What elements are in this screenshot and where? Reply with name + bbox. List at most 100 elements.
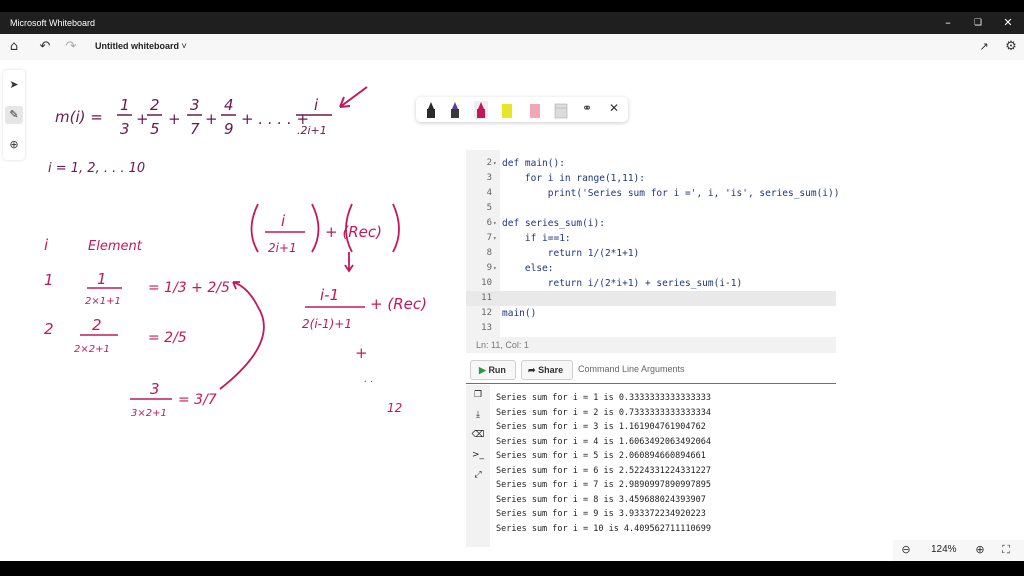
ink-r1-i: 1 — [44, 271, 54, 289]
code-text: return i/(2*i+1) + series_sum(i-1) — [502, 278, 743, 289]
code-line[interactable]: 6 ▾ def series_sum(i): — [466, 216, 836, 231]
ink-rec2-plus: + (Rec) — [370, 295, 427, 313]
svg-text:+: + — [168, 110, 181, 128]
ink-r2-eq: = 2/5 — [148, 330, 187, 346]
ink-t1d: 3 — [120, 120, 130, 138]
code-text: def main(): — [502, 158, 565, 169]
output-line: Series sum for i = 9 is 3.93337223492022… — [496, 509, 706, 519]
code-line[interactable]: 9 ▾ else: — [466, 261, 836, 276]
run-button[interactable]: ▶ Run — [470, 360, 516, 380]
ink-r2-n: 2 — [92, 316, 102, 334]
ink-tin: i — [314, 96, 319, 114]
ink-t2d: 5 — [150, 120, 160, 138]
svg-text:+: + — [205, 110, 218, 128]
output-line: Series sum for i = 8 is 3.45968802439390… — [496, 494, 706, 505]
ink-rec-bot: 2i+1 — [268, 241, 297, 255]
ink-t3d: 7 — [190, 120, 200, 138]
zoom-in-icon[interactable]: ⊕ — [973, 543, 987, 557]
ink-r1-n: 1 — [97, 270, 107, 288]
code-line[interactable]: 5 — [466, 201, 836, 216]
code-line[interactable]: 3 for i in range(1,11): — [466, 171, 836, 186]
console-toolbar: ❐ ⤓ ⌫ >_ ⤢ — [466, 385, 490, 547]
ink-r1-eq: = 1/3 + 2/5 — [148, 280, 230, 296]
code-text: print('Series sum for i =', i, 'is', ser… — [502, 188, 840, 199]
output-line: Series sum for i = 2 is 0.73333333333333… — [496, 407, 711, 418]
line-number: 13 — [481, 323, 492, 333]
ink-twelve: 12 — [387, 401, 402, 415]
fold-arrow-icon[interactable]: ▾ — [493, 231, 497, 246]
download-icon[interactable]: ⤓ — [470, 408, 486, 422]
ink-r1-d: 2×1+1 — [85, 296, 121, 307]
code-line[interactable]: 4 print('Series sum for i =', i, 'is', s… — [466, 186, 840, 201]
code-line[interactable]: 8 return 1/(2*1+1) — [466, 246, 836, 261]
fit-screen-icon[interactable]: ⛶ — [999, 543, 1013, 557]
output-line: Series sum for i = 7 is 2.98909978909978… — [496, 480, 711, 490]
output-line: Series sum for i = 6 is 2.52243312243312… — [496, 465, 711, 476]
code-text: main() — [502, 308, 537, 319]
code-line[interactable]: 12 main() — [466, 306, 836, 321]
line-number: 11 — [481, 293, 492, 303]
ink-r3-eq: = 3/7 — [178, 392, 217, 408]
terminal-icon[interactable]: >_ — [470, 448, 486, 462]
whiteboard-window: Microsoft Whiteboard – ❏ ✕ ⌂ ↶ ↷ Untitle… — [0, 12, 1024, 561]
ink-r2-i: 2 — [44, 320, 54, 338]
line-number: 12 — [481, 308, 492, 318]
cursor-position: Ln: 11, Col: 1 — [476, 340, 529, 350]
command-line-args-input[interactable]: Command Line Arguments — [578, 364, 685, 374]
line-number: 4 — [486, 188, 492, 198]
run-bar: ▶ Run ➦ Share Command Line Arguments — [466, 357, 836, 384]
ink-m-lhs: m(i) = — [55, 108, 103, 126]
code-text: return 1/(2*1+1) — [502, 248, 640, 259]
ink-dots2: . . — [364, 374, 374, 385]
output-console: ❐ ⤓ ⌫ >_ ⤢ Series sum for i = 1 is 0.333… — [466, 385, 836, 547]
ink-t3n: 3 — [190, 96, 200, 114]
zoom-bar: ⊖ 124% ⊕ ⛶ — [893, 540, 1024, 561]
code-line[interactable]: 13 — [466, 321, 836, 336]
line-number: 2 — [486, 158, 492, 168]
line-number: 7 — [486, 233, 492, 243]
copy-icon[interactable]: ❐ — [470, 388, 486, 402]
code-line[interactable]: 10 return i/(2*i+1) + series_sum(i-1) — [466, 276, 836, 291]
expand-icon[interactable]: ⤢ — [470, 468, 486, 482]
output-line: Series sum for i = 5 is 2.06089466089466… — [496, 451, 706, 461]
editor-status-bar: Ln: 11, Col: 1 — [466, 337, 836, 353]
clear-icon[interactable]: ⌫ — [470, 428, 486, 442]
ink-t2n: 2 — [150, 96, 160, 114]
ink-rec-plus: + (Rec) — [325, 223, 382, 241]
zoom-level: 124% — [931, 544, 957, 555]
ink-plus: + — [355, 344, 368, 362]
ink-col-elem: Element — [88, 239, 143, 254]
fold-arrow-icon[interactable]: ▾ — [493, 261, 497, 276]
ink-range: i = 1, 2, . . . 10 — [48, 161, 145, 176]
code-line[interactable]: 2 ▾ def main(): — [466, 156, 836, 171]
ink-col-i: i — [44, 236, 49, 254]
code-text: else: — [502, 263, 554, 274]
run-label: Run — [488, 365, 506, 375]
code-editor[interactable]: 2 ▾ def main(): 3 for i in range(1,11): 4 pr… — [466, 150, 840, 337]
share-arrow-icon: ➦ — [528, 365, 536, 375]
fold-arrow-icon[interactable]: ▾ — [493, 216, 497, 231]
output-line: Series sum for i = 4 is 1.60634920634920… — [496, 436, 711, 447]
ink-r3-n: 3 — [150, 380, 160, 398]
ink-t4d: 9 — [224, 120, 234, 138]
play-icon: ▶ — [479, 365, 486, 375]
ink-t4n: 4 — [224, 96, 234, 114]
code-text: def series_sum(i): — [502, 218, 605, 229]
share-button[interactable]: ➦ Share — [521, 360, 573, 380]
line-number: 9 — [486, 263, 492, 273]
ink-rec-top: i — [281, 212, 286, 230]
code-line[interactable]: 7 ▾ if i==1: — [466, 231, 836, 246]
code-text: if i==1: — [502, 233, 571, 244]
output-line: Series sum for i = 10 is 4.4095627111106… — [496, 523, 711, 534]
ink-tid: .2i+1 — [297, 124, 327, 137]
ink-r3-d: 3×2+1 — [131, 408, 167, 419]
zoom-out-icon[interactable]: ⊖ — [899, 543, 913, 557]
share-label: Share — [538, 365, 564, 375]
line-number: 5 — [486, 203, 492, 213]
line-number: 8 — [486, 248, 492, 258]
code-text: for i in range(1,11): — [502, 173, 645, 184]
code-line[interactable]: 11 — [466, 291, 836, 306]
line-number: 3 — [486, 173, 492, 183]
line-number: 10 — [481, 278, 492, 288]
fold-arrow-icon[interactable]: ▾ — [493, 156, 497, 171]
